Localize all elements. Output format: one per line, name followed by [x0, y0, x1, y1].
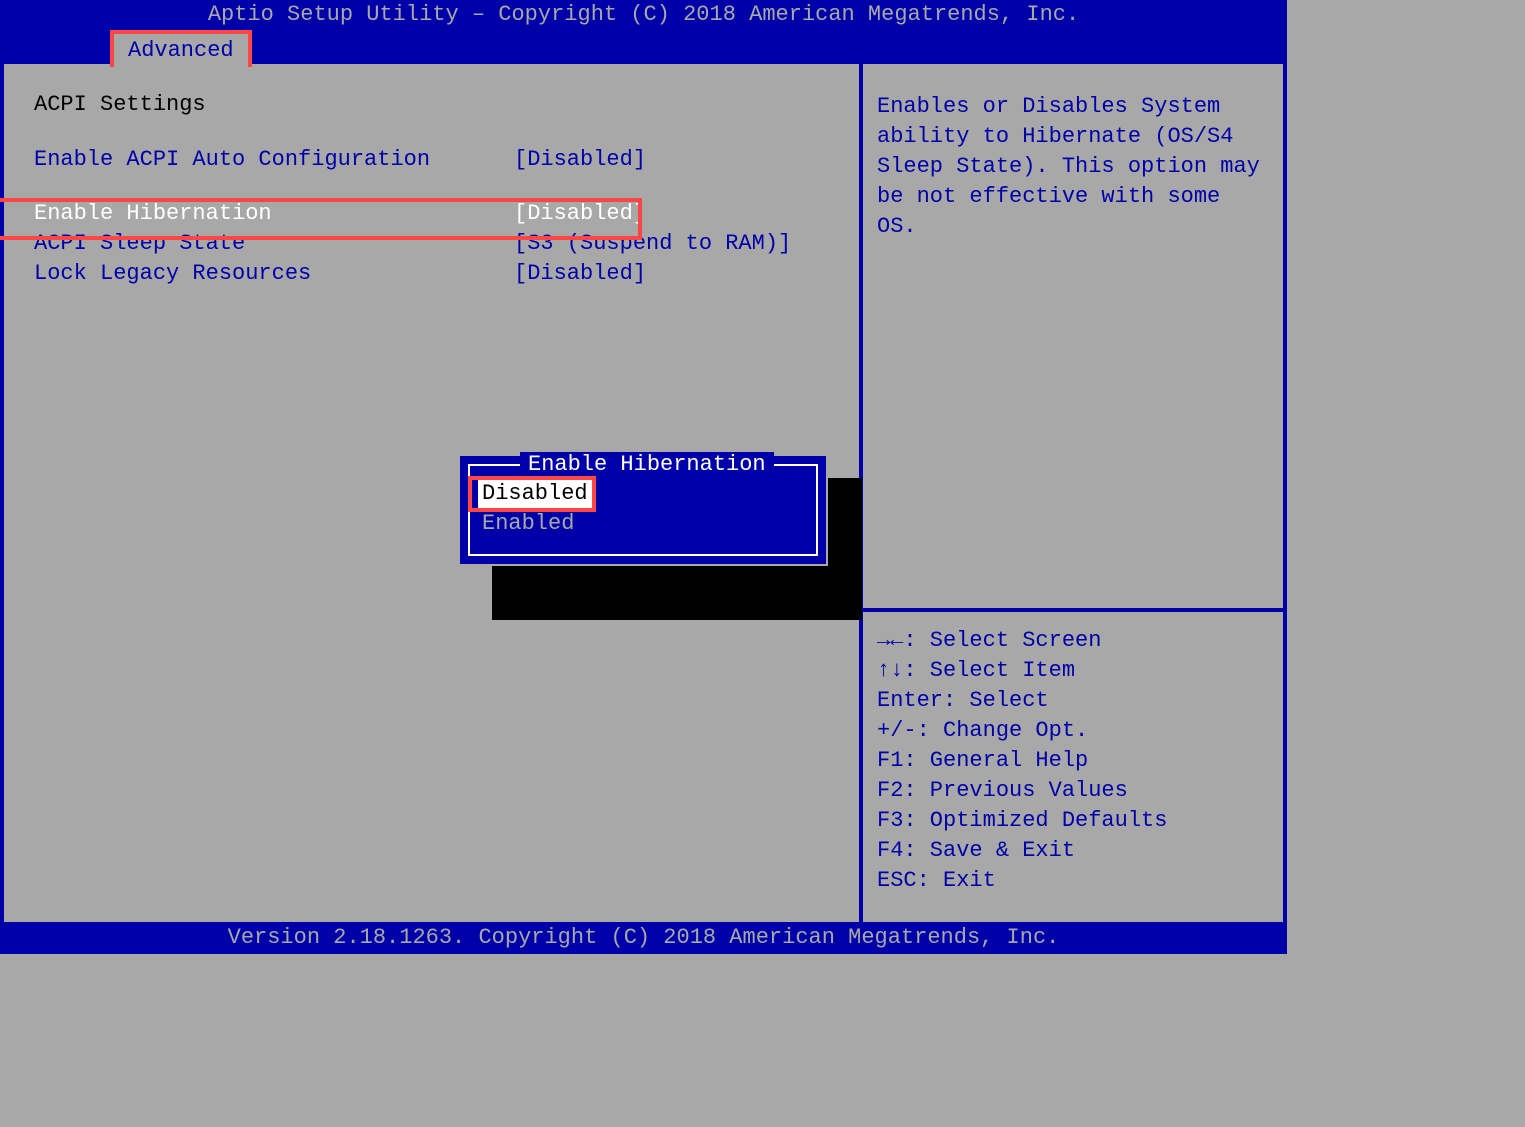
tab-bar: Advanced: [0, 30, 1287, 64]
setting-label: Enable Hibernation: [34, 199, 514, 229]
hint-previous-values: F2: Previous Values: [877, 776, 1269, 806]
setting-lock-legacy-resources[interactable]: Lock Legacy Resources [Disabled]: [34, 259, 849, 289]
popup-title: Enable Hibernation: [520, 452, 774, 477]
hint-select-item: ↑↓: Select Item: [877, 656, 1269, 686]
tab-advanced[interactable]: Advanced: [110, 30, 252, 67]
hint-save-exit: F4: Save & Exit: [877, 836, 1269, 866]
hint-general-help: F1: General Help: [877, 746, 1269, 776]
setting-label: Lock Legacy Resources: [34, 259, 514, 289]
settings-pane: ACPI Settings Enable ACPI Auto Configura…: [4, 64, 863, 922]
hint-change-opt: +/-: Change Opt.: [877, 716, 1269, 746]
section-title: ACPI Settings: [34, 92, 849, 117]
popup-option-enabled[interactable]: Enabled: [470, 508, 816, 540]
help-description: Enables or Disables System ability to Hi…: [863, 64, 1283, 612]
setting-acpi-auto-config[interactable]: Enable ACPI Auto Configuration [Disabled…: [34, 145, 849, 175]
popup-enable-hibernation: Enable Hibernation Disabled Enabled: [458, 454, 828, 566]
setting-enable-hibernation[interactable]: Enable Hibernation [Disabled]: [34, 199, 849, 229]
key-hints: →←: Select Screen ↑↓: Select Item Enter:…: [863, 612, 1283, 922]
hint-esc-exit: ESC: Exit: [877, 866, 1269, 896]
setting-value: [Disabled]: [514, 145, 646, 175]
setting-value: [S3 (Suspend to RAM)]: [514, 229, 791, 259]
hint-enter-select: Enter: Select: [877, 686, 1269, 716]
footer-text: Version 2.18.1263. Copyright (C) 2018 Am…: [0, 926, 1287, 954]
hint-select-screen: →←: Select Screen: [877, 626, 1269, 656]
header-title: Aptio Setup Utility – Copyright (C) 2018…: [0, 0, 1287, 30]
setting-value: [Disabled]: [514, 259, 646, 289]
setting-value: [Disabled]: [514, 199, 646, 229]
setting-acpi-sleep-state[interactable]: ACPI Sleep State [S3 (Suspend to RAM)]: [34, 229, 849, 259]
popup-option-disabled[interactable]: Disabled: [478, 480, 592, 508]
setting-label: ACPI Sleep State: [34, 229, 514, 259]
hint-optimized-defaults: F3: Optimized Defaults: [877, 806, 1269, 836]
setting-label: Enable ACPI Auto Configuration: [34, 145, 514, 175]
